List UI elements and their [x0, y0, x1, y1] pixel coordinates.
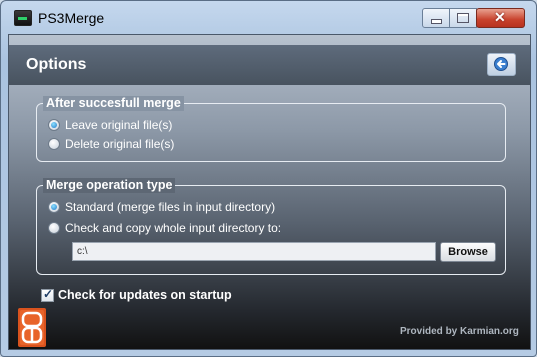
back-arrow-icon [494, 57, 508, 71]
radio-button[interactable] [48, 222, 60, 234]
app-window: PS3Merge ✕ Options After succesfull merg… [0, 0, 537, 357]
checkmark-icon: ✓ [43, 287, 54, 301]
radio-label: Standard (merge files in input directory… [65, 200, 276, 214]
provided-by-text: Provided by Karmian.org [400, 326, 519, 337]
minimize-icon [431, 19, 442, 24]
after-merge-group: After succesfull merge Leave original fi… [36, 96, 506, 162]
browse-button[interactable]: Browse [440, 242, 496, 262]
updates-checkbox-label: Check for updates on startup [58, 288, 232, 302]
maximize-button[interactable] [449, 8, 477, 28]
merge-type-legend: Merge operation type [43, 178, 176, 193]
minimize-button[interactable] [422, 8, 450, 28]
radio-button[interactable] [48, 119, 60, 131]
radio-label: Delete original file(s) [65, 137, 175, 151]
after-merge-legend: After succesfull merge [43, 96, 184, 111]
radio-label: Check and copy whole input directory to: [65, 221, 282, 235]
options-panel: Options After succesfull merge Leave ori… [8, 34, 531, 350]
output-path-input[interactable]: c:\ [72, 242, 436, 261]
title-bar[interactable]: PS3Merge ✕ [1, 1, 536, 35]
radio-button[interactable] [48, 138, 60, 150]
close-button[interactable]: ✕ [476, 8, 525, 28]
maximize-icon [457, 13, 469, 23]
app-icon [14, 10, 32, 26]
window-title: PS3Merge [38, 10, 105, 26]
radio-button[interactable] [48, 201, 60, 213]
merge-type-group: Merge operation type Standard (merge fil… [36, 178, 506, 275]
page-title: Options [26, 56, 87, 73]
options-header: Options [9, 45, 530, 85]
close-icon: ✕ [494, 9, 506, 25]
karmian-logo-icon[interactable] [18, 308, 46, 347]
updates-checkbox[interactable]: ✓ [41, 287, 54, 302]
back-button[interactable] [487, 53, 516, 76]
radio-label: Leave original file(s) [65, 118, 173, 132]
